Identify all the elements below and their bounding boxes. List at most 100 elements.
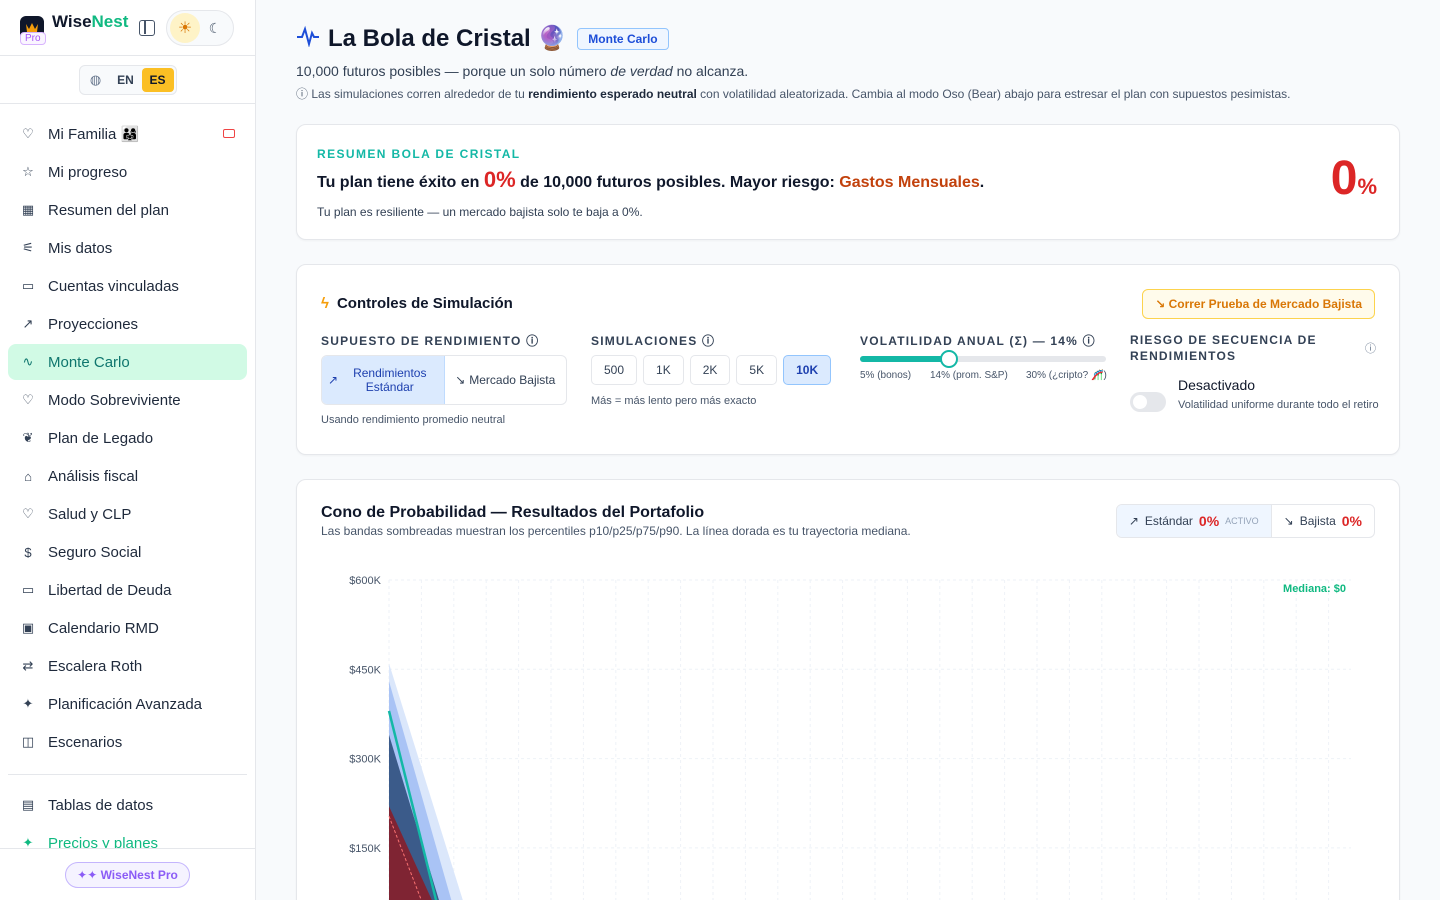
simulations-label: SIMULACIONES ⓘ [591, 334, 716, 348]
sidebar-item-legado[interactable]: ❦ Plan de Legado [8, 420, 247, 456]
sidebar-item-roth[interactable]: ⇄ Escalera Roth [8, 648, 247, 684]
trend-up-icon: ↗ [328, 373, 339, 387]
sidebar-item-label: Escenarios [48, 733, 123, 751]
summary-label: RESUMEN BOLA DE CRISTAL [317, 147, 521, 161]
scenario-switch: ↗ Estándar 0% ACTIVO ↘ Bajista 0% [1115, 504, 1375, 538]
trend-down-icon: ↘ [455, 373, 466, 387]
moon-icon[interactable]: ☾ [200, 13, 230, 43]
help-icon[interactable]: ⓘ [702, 334, 715, 348]
trend-up-icon: ↗ [1128, 514, 1139, 528]
alert-badge-icon [223, 129, 235, 138]
page-subtitle: 10,000 futuros posibles — porque un solo… [296, 63, 749, 79]
sequence-risk-desc: Volatilidad uniforme durante todo el ret… [1178, 399, 1379, 411]
trend-icon: ↗ [22, 316, 34, 331]
dollar-icon: $ [24, 544, 32, 560]
theme-toggle[interactable]: ☀ ☾ [166, 10, 234, 46]
sidebar-item-label: Modo Sobreviviente [48, 391, 181, 409]
calendar-icon: ▣ [21, 620, 35, 635]
help-icon[interactable]: ⓘ [1083, 334, 1096, 348]
sidebar-item-tablas[interactable]: ▤ Tablas de datos [8, 787, 247, 823]
sliders-icon: ⚟ [22, 240, 34, 255]
sidebar-footer: ✦✦ WiseNest Pro [0, 848, 255, 900]
scenario-bear-option[interactable]: ↘ Bajista 0% [1272, 505, 1374, 537]
scenario-standard-label: Estándar [1144, 514, 1193, 528]
sidebar-item-label: Mi Familia 👨‍👩‍👧 [48, 126, 140, 143]
sidebar-item-escenarios[interactable]: ◫ Escenarios [8, 724, 247, 760]
info-icon: ⓘ [296, 87, 312, 101]
sidebar-item-label: Plan de Legado [48, 429, 154, 447]
scenario-bear-pct: 0% [1341, 513, 1362, 529]
bank-card-icon: ▭ [21, 278, 35, 293]
grid-icon: ▦ [21, 202, 35, 217]
sidebar-item-seguro[interactable]: $ Seguro Social [8, 534, 247, 570]
help-icon[interactable]: ⓘ [1365, 340, 1376, 356]
y-tick-label: $300K [349, 754, 381, 766]
volatility-label: VOLATILIDAD ANUAL (Σ) — 14% ⓘ [860, 334, 1096, 348]
info-note: ⓘ Las simulaciones corren alrededor de t… [296, 87, 1291, 101]
sidebar-item-label: Resumen del plan [48, 201, 169, 219]
run-bear-test-button[interactable]: ↘ Correr Prueba de Mercado Bajista [1142, 289, 1375, 319]
volatility-slider[interactable] [860, 350, 1106, 368]
pro-badge: Pro [20, 32, 46, 45]
sidebar-item-avanzada[interactable]: ✦ Planificación Avanzada [8, 686, 247, 722]
sims-option-10k[interactable]: 10K [783, 355, 832, 385]
sidebar: WiseNest Pro ☀ ☾ ◍ EN ES ♡ Mi Familia 👨‍👩… [0, 0, 256, 900]
sequence-risk-state: Desactivado [1178, 377, 1256, 393]
landmark-icon: ⌂ [24, 468, 32, 484]
sidebar-item-sobreviviente[interactable]: ♡ Modo Sobreviviente [8, 382, 247, 418]
sidebar-item-label: Salud y CLP [48, 505, 132, 523]
return-note: Usando rendimiento promedio neutral [321, 414, 506, 426]
sequence-risk-label: RIESGO DE SECUENCIA DE RENDIMIENTOS [1130, 333, 1317, 363]
sidebar-item-resumen[interactable]: ▦ Resumen del plan [8, 192, 247, 228]
help-icon[interactable]: ⓘ [526, 334, 539, 348]
main-content: La Bola de Cristal 🔮 Monte Carlo 10,000 … [256, 0, 1440, 900]
sidebar-item-mis-datos[interactable]: ⚟ Mis datos [8, 230, 247, 266]
active-tag: ACTIVO [1225, 516, 1259, 526]
trend-down-icon: ↘ [1283, 514, 1294, 528]
sims-option-5k[interactable]: 5K [736, 355, 778, 385]
brand-row: WiseNest Pro ☀ ☾ [0, 0, 255, 56]
scenario-standard-pct: 0% [1198, 513, 1220, 529]
sidebar-item-monte-carlo[interactable]: ∿ Monte Carlo [8, 344, 247, 380]
summary-headline: Tu plan tiene éxito en 0% de 10,000 futu… [317, 167, 985, 192]
sidebar-item-cuentas[interactable]: ▭ Cuentas vinculadas [8, 268, 247, 304]
scenario-standard-option[interactable]: ↗ Estándar 0% ACTIVO [1116, 505, 1272, 537]
lang-es-button[interactable]: ES [141, 67, 174, 92]
sidebar-item-proyecciones[interactable]: ↗ Proyecciones [8, 306, 247, 342]
return-assumption-label: SUPUESTO DE RENDIMIENTO ⓘ [321, 334, 540, 348]
page-header: La Bola de Cristal 🔮 Monte Carlo 10,000 … [296, 24, 1291, 102]
simulations-selector: 500 1K 2K 5K 10K [591, 355, 832, 385]
volatility-slider-thumb[interactable] [939, 350, 958, 368]
sidebar-item-label: Tablas de datos [48, 796, 154, 814]
summary-subtext: Tu plan es resiliente — un mercado bajis… [317, 205, 643, 219]
sidebar-item-label: Mi progreso [48, 163, 128, 181]
sun-icon[interactable]: ☀ [170, 13, 200, 43]
sims-option-500[interactable]: 500 [591, 355, 638, 385]
bear-market-option[interactable]: ↘ Mercado Bajista [445, 356, 567, 404]
return-assumption-selector: ↗ Rendimientos Estándar ↘ Mercado Bajista [321, 355, 567, 405]
standard-returns-option[interactable]: ↗ Rendimientos Estándar [322, 356, 445, 404]
sims-option-1k[interactable]: 1K [643, 355, 684, 385]
monte-carlo-badge: Monte Carlo [577, 27, 669, 50]
controls-title: ϟ Controles de Simulación [321, 295, 513, 312]
wisenest-pro-button[interactable]: ✦✦ WiseNest Pro [65, 861, 190, 888]
heart-icon: ♡ [22, 392, 34, 407]
sidebar-collapse-icon[interactable] [139, 20, 155, 36]
sidebar-item-mi-familia[interactable]: ♡ Mi Familia 👨‍👩‍👧 [8, 116, 247, 152]
arrows-icon: ⇄ [22, 658, 34, 673]
sparkles-icon: ✦ [22, 696, 34, 711]
sidebar-item-label: Planificación Avanzada [48, 695, 202, 713]
nav-divider [8, 774, 247, 775]
bolt-icon: ϟ [321, 295, 329, 312]
lang-en-button[interactable]: EN [110, 68, 142, 92]
sequence-risk-toggle[interactable] [1130, 392, 1166, 412]
sims-option-2k[interactable]: 2K [689, 355, 731, 385]
sidebar-item-fiscal[interactable]: ⌂ Análisis fiscal [8, 458, 247, 494]
sidebar-item-rmd[interactable]: ▣ Calendario RMD [8, 610, 247, 646]
sidebar-item-salud[interactable]: ♡ Salud y CLP [8, 496, 247, 532]
sidebar-item-mi-progreso[interactable]: ☆ Mi progreso [8, 154, 247, 190]
sidebar-item-label: Cuentas vinculadas [48, 277, 179, 295]
chart-subtitle: Las bandas sombreadas muestran los perce… [321, 524, 911, 538]
sidebar-item-deuda[interactable]: ▭ Libertad de Deuda [8, 572, 247, 608]
chart-title: Cono de Probabilidad — Resultados del Po… [321, 504, 705, 521]
